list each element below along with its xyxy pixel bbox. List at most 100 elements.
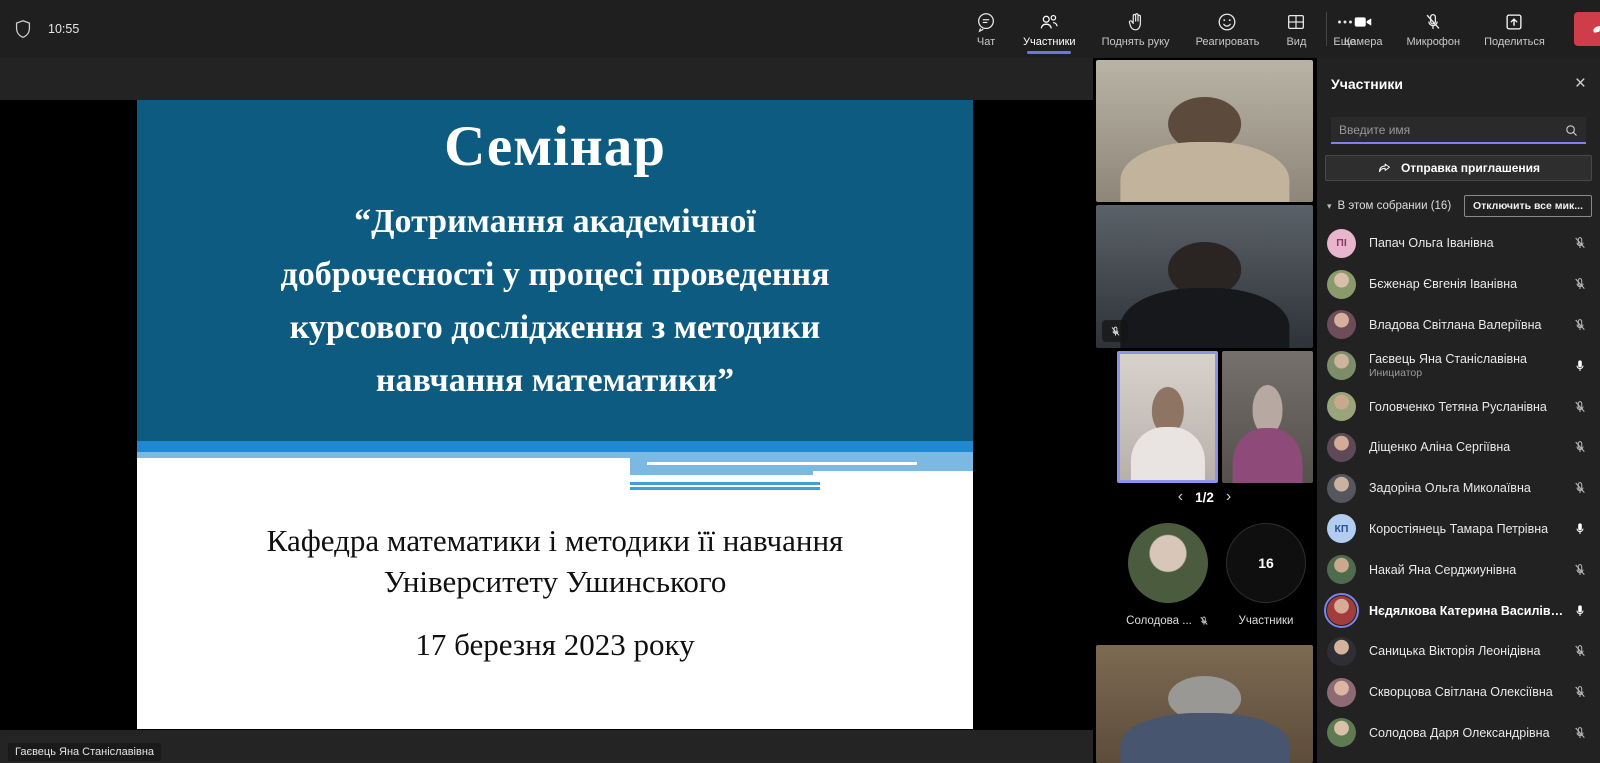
meeting-time: 10:55 <box>48 22 79 36</box>
avatar <box>1327 718 1356 747</box>
video-tile-4[interactable] <box>1222 351 1313 483</box>
tile-mute-badge <box>1102 320 1128 342</box>
mic-on-icon[interactable] <box>1572 603 1588 619</box>
overflow-count-tile[interactable]: 16 Участники <box>1216 523 1316 627</box>
slide-footer-line1: Кафедра математики і методики її навчанн… <box>137 520 973 561</box>
avatar <box>1327 433 1356 462</box>
avatar <box>1327 637 1356 666</box>
slide-header: Семінар “Дотримання академічної доброчес… <box>137 100 973 441</box>
video-tile-5[interactable] <box>1096 645 1313 763</box>
camera-button[interactable]: Камера <box>1335 0 1391 58</box>
participant-row[interactable]: Бєженар Євгенія Іванівна <box>1317 264 1600 305</box>
leave-button[interactable]: Выйти <box>1574 12 1600 46</box>
toolbar-left: 10:55 <box>12 0 79 58</box>
pager-next-icon[interactable]: › <box>1226 488 1231 506</box>
slide-subtitle: “Дотримання академічної доброчесності у … <box>137 195 973 407</box>
participant-row[interactable]: ПІ Папач Ольга Іванівна <box>1317 223 1600 264</box>
video-tile-1[interactable] <box>1096 60 1313 202</box>
slide-stripe-white-2 <box>813 471 973 475</box>
mic-off-icon[interactable] <box>1572 562 1588 578</box>
avatar <box>1327 270 1356 299</box>
presenter-name-badge: Гаєвець Яна Станіславівна <box>8 743 161 761</box>
participant-row-organizer[interactable]: Гаєвець Яна Станіславівна Инициатор <box>1317 345 1600 386</box>
microphone-label: Микрофон <box>1406 36 1460 48</box>
mic-off-icon[interactable] <box>1572 480 1588 496</box>
search-input[interactable] <box>1331 117 1586 144</box>
toolbar-tabs: Чат Участники Поднять руку <box>966 0 1365 58</box>
mic-off-icon[interactable] <box>1572 684 1588 700</box>
share-screen-icon <box>1503 11 1525 33</box>
shield-icon <box>12 18 34 40</box>
participants-panel: Участники × Отправка приглашения ▾ В это… <box>1317 58 1600 763</box>
avatar <box>1327 351 1356 380</box>
microphone-button[interactable]: Микрофон <box>1397 0 1469 58</box>
avatar-initials: КП <box>1327 514 1356 543</box>
participant-video <box>1096 60 1313 202</box>
participant-row[interactable]: Задоріна Ольга Миколаївна <box>1317 468 1600 509</box>
tab-participants[interactable]: Участники <box>1014 0 1085 58</box>
panel-title: Участники <box>1331 76 1403 92</box>
close-icon[interactable]: × <box>1575 74 1586 93</box>
mic-off-icon[interactable] <box>1572 317 1588 333</box>
chat-icon <box>975 11 997 33</box>
mic-off-icon[interactable] <box>1572 439 1588 455</box>
mic-off-icon[interactable] <box>1572 276 1588 292</box>
tab-chat[interactable]: Чат <box>966 0 1006 58</box>
mic-off-icon[interactable] <box>1572 235 1588 251</box>
toolbar-divider <box>1326 12 1327 46</box>
tab-react-label: Реагировать <box>1196 36 1260 48</box>
mic-off-icon <box>1198 615 1210 627</box>
mic-off-icon[interactable] <box>1572 725 1588 741</box>
participant-row[interactable]: Скворцова Світлана Олексіївна <box>1317 672 1600 713</box>
collapse-triangle-icon: ▾ <box>1327 201 1332 212</box>
tab-raise-hand[interactable]: Поднять руку <box>1093 0 1179 58</box>
slide-stripe-thin-1 <box>630 482 820 485</box>
mic-on-icon[interactable] <box>1572 521 1588 537</box>
participant-role: Инициатор <box>1369 367 1564 379</box>
tab-react[interactable]: Реагировать <box>1187 0 1269 58</box>
video-thumbnail-strip: ‹ 1/2 › Солодова ... 16 Участники <box>1096 58 1313 763</box>
mic-off-icon[interactable] <box>1572 643 1588 659</box>
slide-stripe-white-1 <box>647 462 917 465</box>
in-meeting-section-label[interactable]: ▾ В этом собрании (16) <box>1327 200 1451 212</box>
avatar <box>1327 474 1356 503</box>
search-box <box>1331 117 1586 144</box>
participant-row[interactable]: Діщенко Аліна Сергіївна <box>1317 427 1600 468</box>
overflow-tile-label: Участники <box>1239 615 1294 627</box>
participant-row[interactable]: Саницька Вікторія Леонідівна <box>1317 631 1600 672</box>
avatar-initials: ПІ <box>1327 229 1356 258</box>
view-grid-icon <box>1285 11 1307 33</box>
participant-row[interactable]: Солодова Даря Олександрівна <box>1317 713 1600 754</box>
mic-off-icon[interactable] <box>1572 399 1588 415</box>
send-invite-button[interactable]: Отправка приглашения <box>1325 155 1592 181</box>
pager-prev-icon[interactable]: ‹ <box>1178 488 1183 506</box>
meeting-toolbar: 10:55 Чат Участники <box>0 0 1600 58</box>
pager-page-indicator: 1/2 <box>1195 490 1214 505</box>
tab-view[interactable]: Вид <box>1276 0 1316 58</box>
slide-date: 17 березня 2023 року <box>137 624 973 665</box>
participant-video <box>1222 351 1313 483</box>
raise-hand-icon <box>1125 11 1147 33</box>
participant-row-speaking[interactable]: Нєдялкова Катерина Василівна <box>1317 590 1600 631</box>
video-tile-2[interactable] <box>1096 205 1313 348</box>
participant-list: ПІ Папач Ольга Іванівна Бєженар Євгенія … <box>1317 223 1600 753</box>
audio-tile-solodova[interactable]: Солодова ... <box>1118 523 1218 627</box>
send-invite-label: Отправка приглашения <box>1401 161 1540 175</box>
slide-stripe-blue <box>137 441 973 452</box>
participant-row[interactable]: Головченко Тетяна Русланівна <box>1317 386 1600 427</box>
participant-row[interactable]: Накай Яна Серджиунівна <box>1317 549 1600 590</box>
mic-on-icon[interactable] <box>1572 358 1588 374</box>
avatar <box>1327 392 1356 421</box>
share-button[interactable]: Поделиться <box>1475 0 1554 58</box>
mute-all-button[interactable]: Отключить все мик... <box>1464 195 1592 217</box>
shared-screen-top-band <box>0 58 1093 100</box>
participant-video <box>1120 354 1215 480</box>
share-label: Поделиться <box>1484 36 1545 48</box>
avatar <box>1327 555 1356 584</box>
participant-row[interactable]: КП Коростіянець Тамара Петрівна <box>1317 509 1600 550</box>
search-icon[interactable] <box>1564 123 1579 138</box>
audio-tile-name: Солодова ... <box>1126 615 1192 627</box>
tab-view-label: Вид <box>1286 36 1306 48</box>
participant-row[interactable]: Владова Світлана Валеріївна <box>1317 305 1600 346</box>
video-tile-3-speaking[interactable] <box>1117 351 1218 483</box>
